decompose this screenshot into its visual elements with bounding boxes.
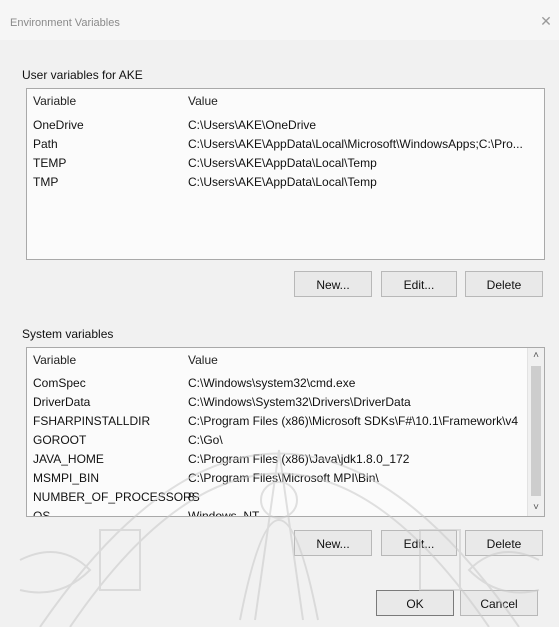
table-row[interactable]: Path C:\Users\AKE\AppData\Local\Microsof… [27,134,544,153]
variable-name: ComSpec [33,376,86,390]
column-header-value[interactable]: Value [188,94,218,108]
variable-value: C:\Users\AKE\AppData\Local\Temp [188,175,377,189]
variable-value: C:\Users\AKE\AppData\Local\Temp [188,156,377,170]
vertical-scrollbar[interactable]: ˄ ˅ [527,348,544,516]
variable-name: GOROOT [33,433,87,447]
table-row[interactable]: TEMP C:\Users\AKE\AppData\Local\Temp [27,153,544,172]
user-edit-button[interactable]: Edit... [381,271,457,297]
column-header-variable[interactable]: Variable [33,353,76,367]
table-row[interactable]: OneDrive C:\Users\AKE\OneDrive [27,115,544,134]
table-row[interactable]: JAVA_HOME C:\Program Files (x86)\Java\jd… [27,449,544,468]
variable-name: Path [33,137,58,151]
variable-value: C:\Windows\System32\Drivers\DriverData [188,395,411,409]
variable-value: C:\Users\AKE\AppData\Local\Microsoft\Win… [188,137,523,151]
table-row[interactable]: GOROOT C:\Go\ [27,430,544,449]
system-variables-label: System variables [22,327,114,341]
variable-value: 8 [188,490,195,504]
window-title: Environment Variables [10,17,120,29]
title-bar: Environment Variables ✕ [0,0,559,40]
variable-name: OS [33,509,51,517]
variable-value: C:\Program Files (x86)\Microsoft SDKs\F#… [188,414,519,428]
scroll-thumb[interactable] [531,366,541,496]
variable-name: JAVA_HOME [33,452,104,466]
system-delete-button[interactable]: Delete [465,530,543,556]
close-icon[interactable]: ✕ [538,13,554,29]
table-row[interactable]: ComSpec C:\Windows\system32\cmd.exe [27,373,544,392]
system-new-button[interactable]: New... [294,530,372,556]
variable-name: TMP [33,175,59,189]
ok-button[interactable]: OK [376,590,454,616]
cancel-button[interactable]: Cancel [460,590,538,616]
table-row[interactable]: NUMBER_OF_PROCESSORS 8 [27,487,544,506]
user-variables-list[interactable]: Variable Value OneDrive C:\Users\AKE\One… [26,88,545,260]
table-row[interactable]: FSHARPINSTALLDIR C:\Program Files (x86)\… [27,411,544,430]
list-header: Variable Value [27,89,544,109]
scroll-down-icon[interactable]: ˅ [528,500,544,516]
variable-name: MSMPI_BIN [33,471,100,485]
variable-value: C:\Go\ [188,433,223,447]
variable-value: C:\Windows\system32\cmd.exe [188,376,356,390]
system-variables-list[interactable]: Variable Value ComSpec C:\Windows\system… [26,347,545,517]
variable-value: C:\Users\AKE\OneDrive [188,118,317,132]
list-header: Variable Value [27,348,544,368]
table-row[interactable]: MSMPI_BIN C:\Program Files\Microsoft MPI… [27,468,544,487]
table-row[interactable]: TMP C:\Users\AKE\AppData\Local\Temp [27,172,544,191]
column-header-variable[interactable]: Variable [33,94,76,108]
table-row[interactable]: OS Windows_NT [27,506,544,517]
variable-name: FSHARPINSTALLDIR [33,414,151,428]
variable-value: C:\Program Files (x86)\Java\jdk1.8.0_172 [188,452,410,466]
variable-name: NUMBER_OF_PROCESSORS [33,490,200,504]
table-row[interactable]: DriverData C:\Windows\System32\Drivers\D… [27,392,544,411]
variable-name: OneDrive [33,118,84,132]
variable-name: TEMP [33,156,67,170]
user-delete-button[interactable]: Delete [465,271,543,297]
user-variables-label: User variables for AKE [22,68,143,82]
user-new-button[interactable]: New... [294,271,372,297]
system-edit-button[interactable]: Edit... [381,530,457,556]
column-header-value[interactable]: Value [188,353,218,367]
variable-value: C:\Program Files\Microsoft MPI\Bin\ [188,471,379,485]
variable-value: Windows_NT [188,509,260,517]
scroll-up-icon[interactable]: ˄ [528,348,544,364]
variable-name: DriverData [33,395,91,409]
